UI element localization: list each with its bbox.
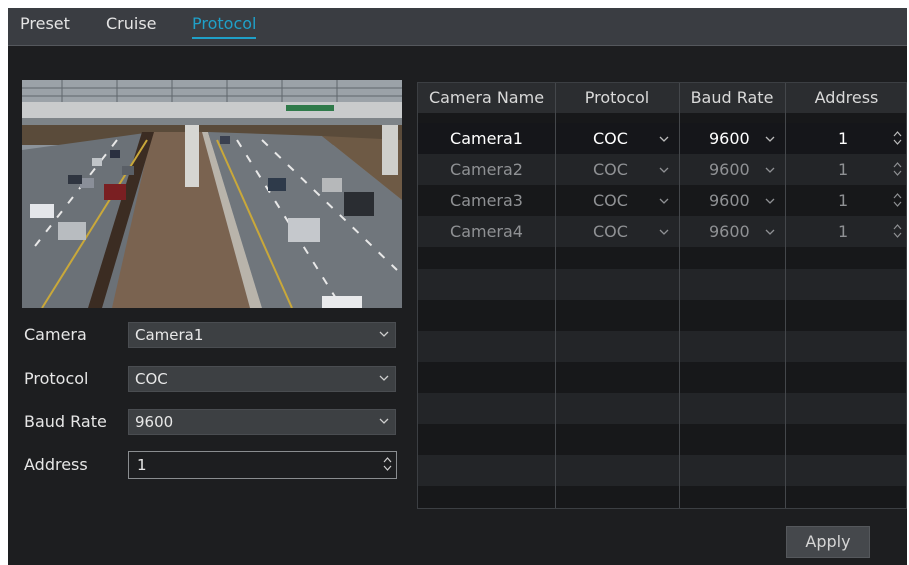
chevron-down-icon xyxy=(659,167,669,173)
highway-scene-image xyxy=(22,80,402,308)
empty-row xyxy=(418,331,906,362)
protocol-cell[interactable]: COC xyxy=(555,185,679,216)
camera-select-value: Camera1 xyxy=(135,326,204,344)
address-spinner-value: 1 xyxy=(137,456,147,474)
apply-button[interactable]: Apply xyxy=(786,526,870,558)
camera-name-cell: Camera2 xyxy=(450,160,523,179)
baud-rate-cell[interactable]: 9600 xyxy=(679,216,785,247)
camera-label: Camera xyxy=(24,325,87,344)
protocol-cell-value: COC xyxy=(593,222,628,241)
protocol-select[interactable]: COC xyxy=(128,366,396,392)
address-cell-value: 1 xyxy=(838,129,849,148)
protocol-cell-value: COC xyxy=(593,160,628,179)
up-down-arrows-icon[interactable] xyxy=(893,161,902,177)
column-divider xyxy=(555,83,556,508)
address-cell-value: 1 xyxy=(838,160,849,179)
column-header-baud-rate: Baud Rate xyxy=(690,88,774,107)
chevron-down-icon xyxy=(659,229,669,235)
protocol-cell-value: COC xyxy=(593,129,628,148)
camera-name-cell: Camera4 xyxy=(450,222,523,241)
ptz-settings-panel: Preset Cruise Protocol Camera Camera1 Pr… xyxy=(8,8,907,565)
protocol-cell[interactable]: COC xyxy=(555,123,679,154)
baud-rate-select[interactable]: 9600 xyxy=(128,409,396,435)
table-row[interactable]: Camera2 COC 9600 1 xyxy=(418,154,906,185)
up-down-arrows-icon[interactable] xyxy=(893,223,902,239)
baud-rate-select-value: 9600 xyxy=(135,413,174,431)
address-cell[interactable]: 1 xyxy=(785,216,906,247)
chevron-down-icon xyxy=(379,418,389,424)
chevron-down-icon xyxy=(765,229,775,235)
column-header-protocol: Protocol xyxy=(584,88,650,107)
tab-bar: Preset Cruise Protocol xyxy=(8,8,907,46)
camera-preview xyxy=(22,80,402,308)
address-spinner[interactable]: 1 xyxy=(128,451,397,479)
column-header-camera-name: Camera Name xyxy=(428,88,545,107)
protocol-label: Protocol xyxy=(24,369,89,388)
protocol-cell-value: COC xyxy=(593,191,628,210)
column-divider xyxy=(679,83,680,508)
table-row[interactable]: Camera3 COC 9600 1 xyxy=(418,185,906,216)
address-cell-value: 1 xyxy=(838,222,849,241)
protocol-cell[interactable]: COC xyxy=(555,216,679,247)
camera-name-cell: Camera1 xyxy=(450,129,523,148)
chevron-down-icon xyxy=(659,198,669,204)
empty-row xyxy=(418,269,906,300)
table-header: Camera Name Protocol Baud Rate Address xyxy=(418,83,906,113)
chevron-down-icon xyxy=(765,198,775,204)
protocol-select-value: COC xyxy=(135,370,168,388)
address-label: Address xyxy=(24,455,88,474)
chevron-down-icon xyxy=(765,136,775,142)
tab-protocol[interactable]: Protocol xyxy=(192,14,257,39)
camera-name-cell: Camera3 xyxy=(450,191,523,210)
tab-cruise[interactable]: Cruise xyxy=(106,14,157,37)
baud-rate-label: Baud Rate xyxy=(24,412,107,431)
column-header-address: Address xyxy=(814,88,879,107)
baud-rate-cell[interactable]: 9600 xyxy=(679,123,785,154)
baud-rate-cell[interactable]: 9600 xyxy=(679,154,785,185)
up-down-arrows-icon[interactable] xyxy=(893,192,902,208)
empty-row xyxy=(418,455,906,486)
protocol-cell[interactable]: COC xyxy=(555,154,679,185)
table-row[interactable]: Camera1 COC 9600 1 xyxy=(418,123,906,154)
chevron-down-icon xyxy=(379,375,389,381)
camera-select[interactable]: Camera1 xyxy=(128,322,396,348)
chevron-down-icon xyxy=(379,331,389,337)
address-cell[interactable]: 1 xyxy=(785,154,906,185)
up-down-arrows-icon[interactable] xyxy=(383,456,392,472)
baud-rate-cell-value: 9600 xyxy=(709,222,750,241)
tab-preset[interactable]: Preset xyxy=(20,14,70,37)
column-divider xyxy=(785,83,786,508)
up-down-arrows-icon[interactable] xyxy=(893,130,902,146)
protocol-table: Camera Name Protocol Baud Rate Address C… xyxy=(417,82,907,509)
address-cell[interactable]: 1 xyxy=(785,185,906,216)
baud-rate-cell[interactable]: 9600 xyxy=(679,185,785,216)
chevron-down-icon xyxy=(765,167,775,173)
address-cell[interactable]: 1 xyxy=(785,123,906,154)
chevron-down-icon xyxy=(659,136,669,142)
baud-rate-cell-value: 9600 xyxy=(709,160,750,179)
address-cell-value: 1 xyxy=(838,191,849,210)
empty-row xyxy=(418,393,906,424)
baud-rate-cell-value: 9600 xyxy=(709,129,750,148)
baud-rate-cell-value: 9600 xyxy=(709,191,750,210)
table-row[interactable]: Camera4 COC 9600 1 xyxy=(418,216,906,247)
